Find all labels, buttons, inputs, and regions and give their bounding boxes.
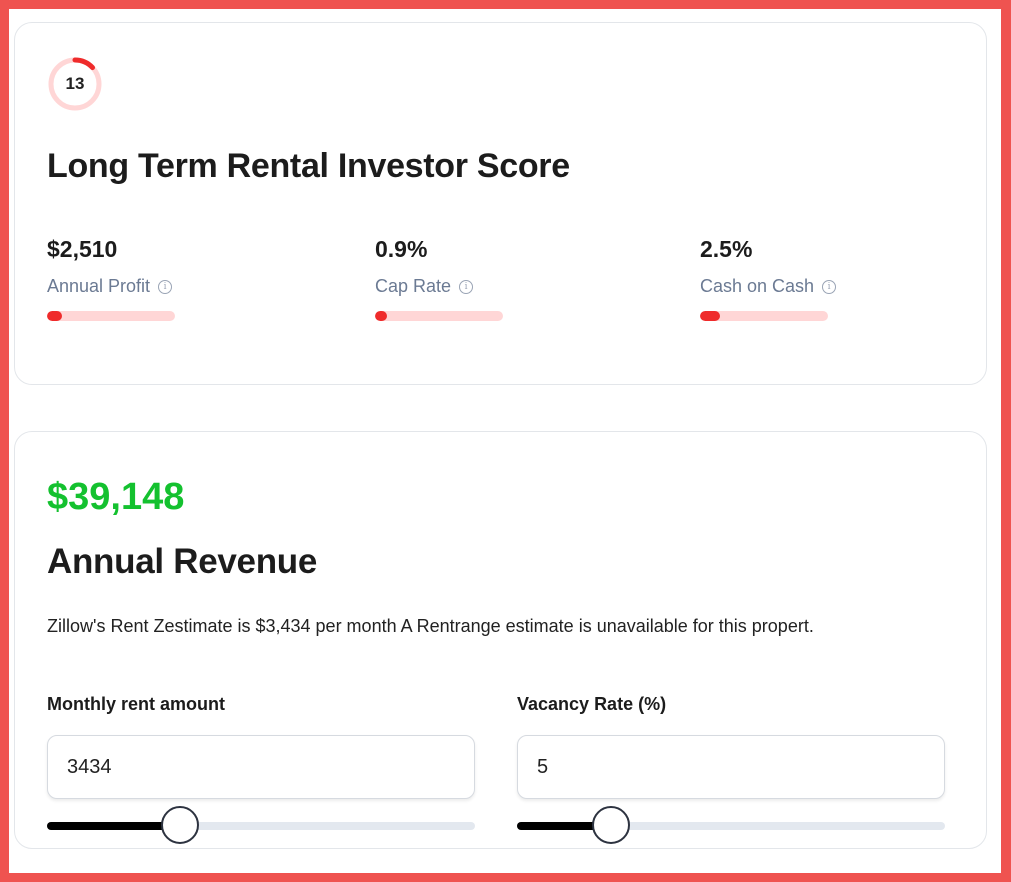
metric-bar-track bbox=[47, 311, 175, 321]
metric-value: 0.9% bbox=[375, 236, 428, 262]
slider-thumb[interactable] bbox=[592, 806, 631, 844]
revenue-description: Zillow's Rent Zestimate is $3,434 per mo… bbox=[47, 616, 814, 636]
monthly-rent-input[interactable] bbox=[47, 735, 475, 799]
metric-label-row: Cap Rate i bbox=[375, 276, 575, 297]
revenue-amount: $39,148 bbox=[47, 476, 185, 518]
metric-cap-rate: 0.9% Cap Rate i bbox=[375, 236, 575, 321]
metric-label: Annual Profit bbox=[47, 276, 151, 296]
vacancy-rate-slider[interactable] bbox=[517, 806, 945, 846]
slider-fill bbox=[47, 822, 180, 830]
metric-label-row: Cash on Cash i bbox=[700, 276, 900, 297]
metric-value: $2,510 bbox=[47, 236, 118, 262]
revenue-title: Annual Revenue bbox=[47, 542, 318, 581]
monthly-rent-label: Monthly rent amount bbox=[47, 694, 225, 714]
metric-label: Cash on Cash bbox=[700, 276, 815, 296]
metric-bar-fill bbox=[47, 311, 63, 321]
investor-score-card bbox=[14, 22, 987, 385]
metric-value: 2.5% bbox=[700, 236, 753, 262]
info-icon[interactable]: i bbox=[459, 279, 474, 294]
metric-label: Cap Rate bbox=[375, 276, 452, 296]
metric-bar-track bbox=[700, 311, 828, 321]
info-icon[interactable]: i bbox=[158, 279, 173, 294]
info-icon[interactable]: i bbox=[822, 279, 837, 294]
score-value: 13 bbox=[65, 74, 85, 93]
metric-bar-fill bbox=[700, 311, 721, 321]
score-title: Long Term Rental Investor Score bbox=[47, 147, 570, 185]
slider-thumb[interactable] bbox=[160, 806, 199, 844]
vacancy-rate-label: Vacancy Rate (%) bbox=[517, 694, 667, 714]
vacancy-rate-input[interactable] bbox=[517, 735, 945, 799]
metric-label-row: Annual Profit i bbox=[47, 276, 247, 297]
metric-bar-fill bbox=[375, 311, 387, 321]
metric-annual-profit: $2,510 Annual Profit i bbox=[47, 236, 247, 321]
monthly-rent-slider[interactable] bbox=[47, 806, 475, 846]
metric-cash-on-cash: 2.5% Cash on Cash i bbox=[700, 236, 900, 321]
metric-bar-track bbox=[375, 311, 503, 321]
page-frame: 13 Long Term Rental Investor Score $2,51… bbox=[9, 9, 1001, 873]
